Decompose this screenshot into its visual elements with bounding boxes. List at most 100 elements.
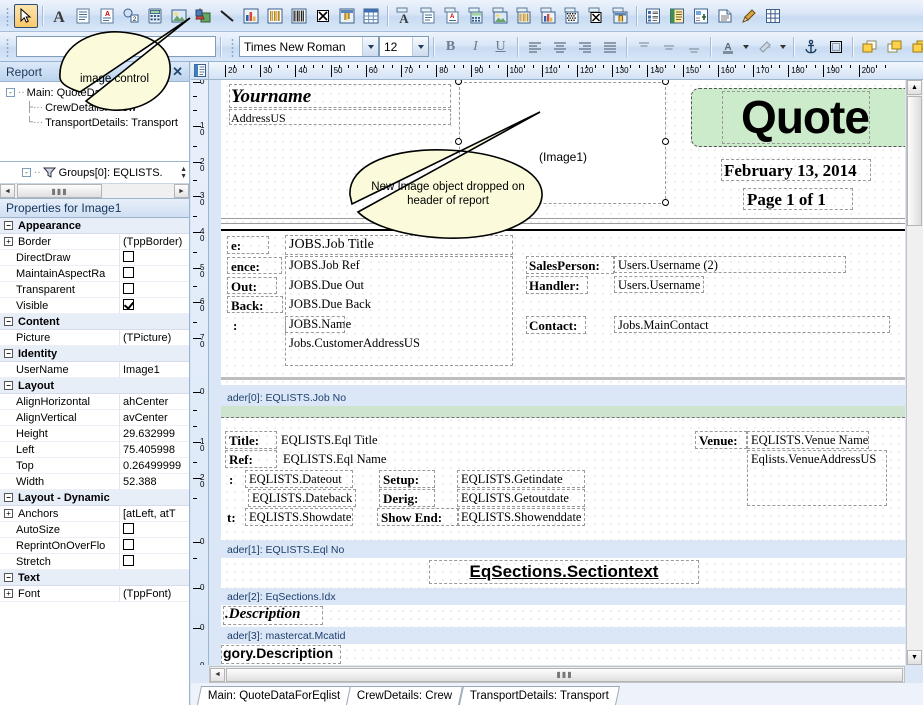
property-row[interactable]: +Font(TppFont) xyxy=(0,586,189,602)
band-label-group-0[interactable]: ader[0]: EQLISTS.Job No xyxy=(209,390,905,405)
font-size-combo[interactable]: 12 xyxy=(379,36,429,57)
barcode-icon[interactable] xyxy=(263,4,287,28)
shape-icon[interactable] xyxy=(191,4,215,28)
highlight-color-dropdown-arrow[interactable] xyxy=(777,36,789,58)
db-text-icon[interactable]: A xyxy=(392,4,416,28)
tree-spinner[interactable]: ▲ ▼ xyxy=(180,166,187,180)
design-canvas[interactable]: Yourname AddressUS (Image1) Quote Feb xyxy=(209,80,905,665)
property-expand-icon[interactable]: + xyxy=(4,589,13,598)
property-row[interactable]: Top0.26499999 xyxy=(0,458,189,474)
category-description-label[interactable]: gory.Description xyxy=(223,645,333,661)
checkbox-unchecked-icon[interactable] xyxy=(123,251,134,262)
db-image-icon[interactable] xyxy=(488,4,512,28)
font-color-icon[interactable]: A xyxy=(715,35,740,58)
property-row[interactable]: ReprintOnOverFlo xyxy=(0,538,189,554)
tree-scroll-thumb[interactable]: ▮▮▮ xyxy=(17,184,102,198)
scroll-right-arrow[interactable]: ► xyxy=(174,184,189,198)
property-row[interactable]: UserNameImage1 xyxy=(0,362,189,378)
category-collapse-icon[interactable]: − xyxy=(4,221,13,230)
property-row[interactable]: Transparent xyxy=(0,282,189,298)
property-row[interactable]: Stretch xyxy=(0,554,189,570)
send-to-back-icon[interactable] xyxy=(882,35,907,58)
property-value[interactable] xyxy=(120,267,189,281)
data-dictionary-icon[interactable] xyxy=(665,4,689,28)
property-expand-icon[interactable]: + xyxy=(4,237,13,246)
db-calc-icon[interactable] xyxy=(464,4,488,28)
property-row[interactable]: AlignHorizontalahCenter xyxy=(0,394,189,410)
format-painter-icon[interactable] xyxy=(737,4,761,28)
scroll-down-arrow[interactable]: ▼ xyxy=(907,650,922,665)
property-value[interactable]: 29.632999 xyxy=(120,428,189,440)
property-value[interactable] xyxy=(120,539,189,553)
rich-text-icon[interactable]: A xyxy=(95,4,119,28)
checkbox-checked-icon[interactable] xyxy=(123,299,134,310)
chevron-down-icon[interactable] xyxy=(362,37,378,56)
bold-button[interactable]: B xyxy=(438,35,463,58)
property-category-layout-dynamic[interactable]: −Layout - Dynamic xyxy=(0,490,189,506)
property-value[interactable]: 75.405998 xyxy=(120,444,189,456)
band-label-group-2[interactable]: ader[2]: EqSections.Idx xyxy=(209,589,905,604)
dateout-label[interactable]: : xyxy=(229,472,233,488)
checkbox-icon[interactable] xyxy=(311,4,335,28)
toolbar-grip[interactable] xyxy=(4,6,11,26)
group-node-row[interactable]: - ·· Groups[0]: EQLISTS. ▲ ▼ xyxy=(0,162,189,184)
property-row[interactable]: Height29.632999 xyxy=(0,426,189,442)
scroll-left-arrow[interactable]: ◄ xyxy=(0,184,15,198)
property-category-appearance[interactable]: −Appearance xyxy=(0,218,189,234)
memo-icon[interactable] xyxy=(71,4,95,28)
property-row[interactable]: Picture(TPicture) xyxy=(0,330,189,346)
detail-label-4[interactable]: : xyxy=(233,318,237,334)
checkbox-unchecked-icon[interactable] xyxy=(123,267,134,278)
report-settings-icon[interactable] xyxy=(641,4,665,28)
crosstab-icon[interactable] xyxy=(359,4,383,28)
property-value[interactable]: (TppFont) xyxy=(120,588,189,600)
db-memo-icon[interactable] xyxy=(416,4,440,28)
property-value[interactable] xyxy=(120,299,189,313)
property-value[interactable] xyxy=(120,283,189,297)
design-scroll-thumb[interactable] xyxy=(907,96,922,226)
vertical-ruler[interactable]: 010203040506070010200000 xyxy=(191,80,209,665)
font-color-dropdown-arrow[interactable] xyxy=(740,36,752,58)
align-right-icon[interactable] xyxy=(572,35,597,58)
db-2dbarcode-icon[interactable] xyxy=(560,4,584,28)
font-toolbar-grip[interactable] xyxy=(229,37,236,57)
align-center-icon[interactable] xyxy=(547,35,572,58)
dotted-frame-icon[interactable] xyxy=(823,35,848,58)
design-scroll-left-arrow[interactable]: ◄ xyxy=(210,668,225,682)
tab-main[interactable]: Main: QuoteDataForEqlist xyxy=(197,686,351,705)
grid-icon[interactable] xyxy=(761,4,785,28)
page-number-label[interactable]: Page 1 of 1 xyxy=(747,190,826,210)
tree-node-crewdetails[interactable]: ├··· CrewDetails: Crew xyxy=(4,100,189,115)
band-label-group-3[interactable]: ader[3]: mastercat.Mcatid xyxy=(209,628,905,643)
db-region-icon[interactable] xyxy=(608,4,632,28)
anchor-icon[interactable] xyxy=(798,35,823,58)
report-date-label[interactable]: February 13, 2014 xyxy=(724,161,857,181)
db-rich-text-icon[interactable]: A xyxy=(440,4,464,28)
select-arrow-icon[interactable] xyxy=(14,4,38,28)
property-value[interactable]: ahCenter xyxy=(120,396,189,408)
valign-middle-icon[interactable] xyxy=(656,35,681,58)
design-h-scroll-thumb[interactable]: ▮▮▮ xyxy=(226,668,903,682)
category-collapse-icon[interactable]: − xyxy=(4,317,13,326)
property-expand-icon[interactable]: + xyxy=(4,509,13,518)
checkbox-unchecked-icon[interactable] xyxy=(123,283,134,294)
property-value[interactable] xyxy=(120,523,189,537)
line-icon[interactable] xyxy=(215,4,239,28)
property-row[interactable]: Width52.388 xyxy=(0,474,189,490)
property-value[interactable]: avCenter xyxy=(120,412,189,424)
design-vertical-scrollbar[interactable]: ▲ ▼ xyxy=(906,80,923,665)
property-category-text[interactable]: −Text xyxy=(0,570,189,586)
property-row[interactable]: AutoSize xyxy=(0,522,189,538)
property-category-content[interactable]: −Content xyxy=(0,314,189,330)
design-horizontal-scrollbar[interactable]: ◄ ▮▮▮ xyxy=(209,666,905,683)
property-row[interactable]: Left75.405998 xyxy=(0,442,189,458)
property-value[interactable]: (TPicture) xyxy=(120,332,189,344)
property-value[interactable]: 52.388 xyxy=(120,476,189,488)
group-node-expander[interactable]: - xyxy=(22,168,31,177)
tree-horizontal-scrollbar[interactable]: ◄ ▮▮▮ ► xyxy=(0,184,189,199)
property-value[interactable] xyxy=(120,251,189,265)
category-collapse-icon[interactable]: − xyxy=(4,573,13,582)
highlight-color-icon[interactable]: ab xyxy=(752,35,777,58)
category-collapse-icon[interactable]: − xyxy=(4,381,13,390)
property-value[interactable]: (TppBorder) xyxy=(120,236,189,248)
